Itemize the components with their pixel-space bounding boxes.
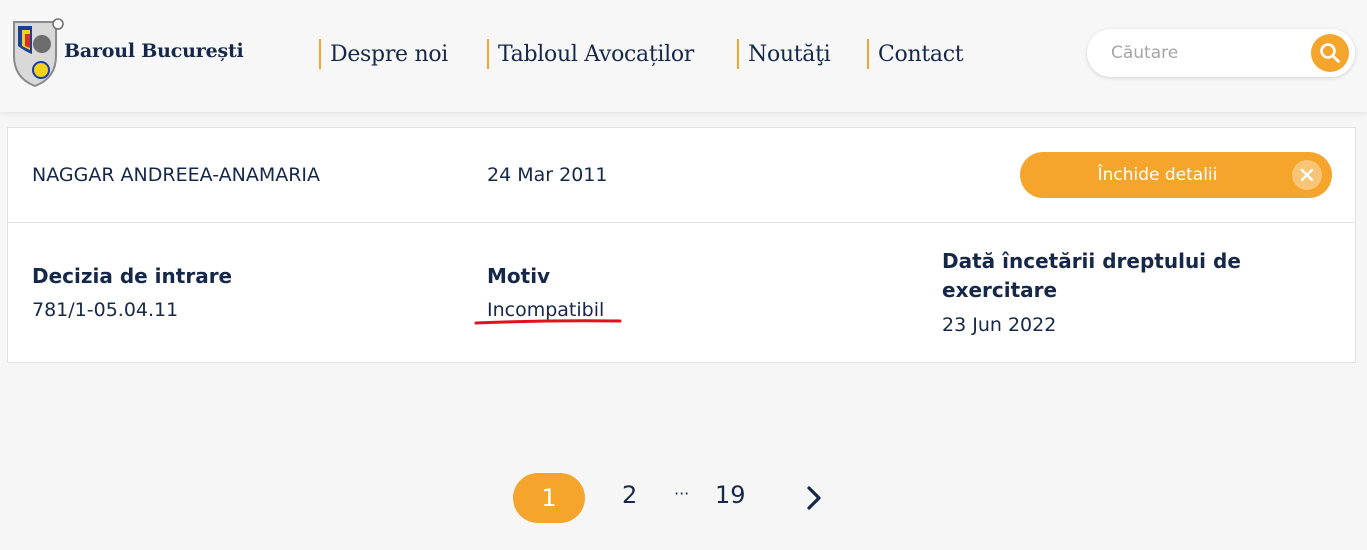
bar-crest-logo-icon[interactable] [6, 16, 64, 90]
record-summary-row: NAGGAR ANDREEA-ANAMARIA 24 Mar 2011 Înch… [8, 128, 1355, 223]
search-input[interactable] [1111, 41, 1301, 65]
close-details-button[interactable]: Închide detalii [1020, 152, 1332, 198]
nav-tabloul-avocatilor[interactable]: Tabloul Avocaților [487, 38, 694, 70]
registration-date: 24 Mar 2011 [487, 164, 608, 186]
search-button[interactable] [1311, 34, 1349, 72]
red-underline-annotation [474, 319, 622, 325]
nav-separator [737, 39, 739, 69]
entry-decision-value: 781/1-05.04.11 [32, 299, 179, 321]
lawyer-record-card: NAGGAR ANDREEA-ANAMARIA 24 Mar 2011 Înch… [7, 127, 1356, 363]
chevron-right-icon[interactable] [802, 483, 826, 513]
nav-label: Contact [878, 41, 964, 67]
cessation-date-label: Dată încetării dreptului de exercitare [942, 249, 1241, 302]
nav-label: Tabloul Avocaților [498, 41, 695, 67]
search-box [1087, 29, 1355, 77]
search-icon [1320, 43, 1340, 63]
nav-separator [319, 39, 321, 69]
brand-name[interactable]: Baroul București [64, 40, 244, 62]
nav-label: Noutăţi [748, 41, 831, 67]
page-link[interactable]: 2 [622, 481, 637, 509]
nav-separator [487, 39, 489, 69]
site-header: Baroul București Despre noi Tabloul Avoc… [0, 0, 1367, 112]
reason-label: Motiv [487, 264, 551, 288]
nav-contact[interactable]: Contact [867, 38, 964, 70]
page-current[interactable]: 1 [513, 473, 585, 523]
nav-noutati[interactable]: Noutăţi [737, 38, 831, 70]
nav-despre-noi[interactable]: Despre noi [319, 38, 448, 70]
close-icon [1292, 160, 1322, 190]
nav-label: Despre noi [330, 41, 449, 67]
close-details-label: Închide detalii [1097, 165, 1218, 185]
page-ellipsis: ··· [674, 484, 690, 503]
page-link[interactable]: 19 [715, 481, 746, 509]
cessation-date-value: 23 Jun 2022 [942, 314, 1057, 336]
nav-separator [867, 39, 869, 69]
lawyer-name: NAGGAR ANDREEA-ANAMARIA [32, 164, 321, 186]
entry-decision-label: Decizia de intrare [32, 264, 233, 288]
